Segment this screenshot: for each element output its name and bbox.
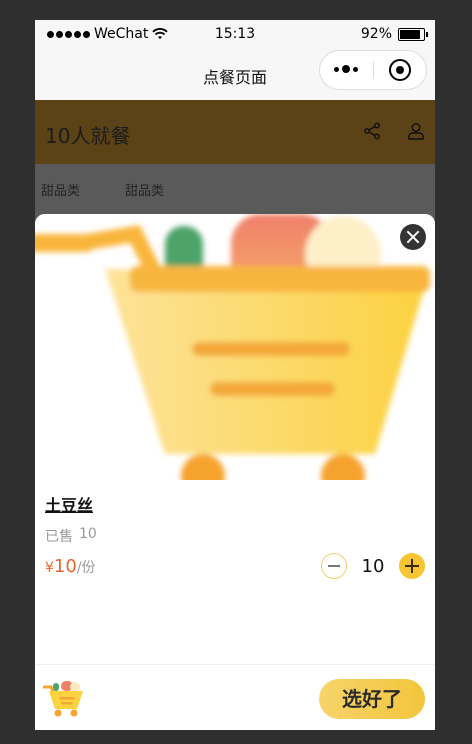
battery-icon [398, 27, 428, 41]
confirm-button[interactable]: 选好了 [319, 679, 425, 719]
battery-percent: 92% [360, 26, 392, 42]
price-value: 10 [53, 556, 77, 577]
status-bar: WeChat 15:13 92% [35, 20, 435, 48]
status-right: 92% [360, 26, 428, 42]
more-icon[interactable] [334, 65, 358, 73]
sold-label: 已售 [45, 529, 73, 545]
minus-icon[interactable] [321, 553, 347, 579]
product-image [35, 214, 435, 480]
share-icon[interactable] [363, 122, 381, 140]
bottom-bar: 选好了 [35, 664, 435, 730]
nav-bar: 点餐页面 [35, 48, 435, 100]
sold-count: 10 [79, 526, 97, 542]
tab-category-1[interactable]: 甜品类 [41, 180, 80, 199]
quantity-stepper: 10 [321, 553, 425, 579]
menu-capsule [319, 50, 427, 90]
price: ¥ 10 /份 [45, 556, 96, 577]
phone-screen: WeChat 15:13 92% 点餐页面 10人就餐 甜品类 甜品类 土豆丝 … [35, 20, 435, 730]
price-unit: /份 [76, 560, 96, 576]
close-icon[interactable] [400, 224, 426, 250]
tab-category-2[interactable]: 甜品类 [125, 180, 164, 199]
page-header: 10人就餐 [35, 100, 435, 164]
quantity-value[interactable]: 10 [347, 556, 399, 577]
user-icon[interactable] [407, 122, 425, 140]
product-modal: 土豆丝 已售 10 ¥ 10 /份 10 选好了 [35, 214, 435, 730]
cart-icon[interactable] [43, 681, 85, 717]
plus-icon[interactable] [399, 553, 425, 579]
close-mini-program-icon[interactable] [389, 59, 411, 81]
product-name: 土豆丝 [45, 496, 94, 515]
header-title: 10人就餐 [45, 124, 131, 148]
capsule-divider [373, 61, 374, 79]
price-currency: ¥ [45, 560, 54, 576]
sold-info: 已售 10 [45, 526, 97, 546]
